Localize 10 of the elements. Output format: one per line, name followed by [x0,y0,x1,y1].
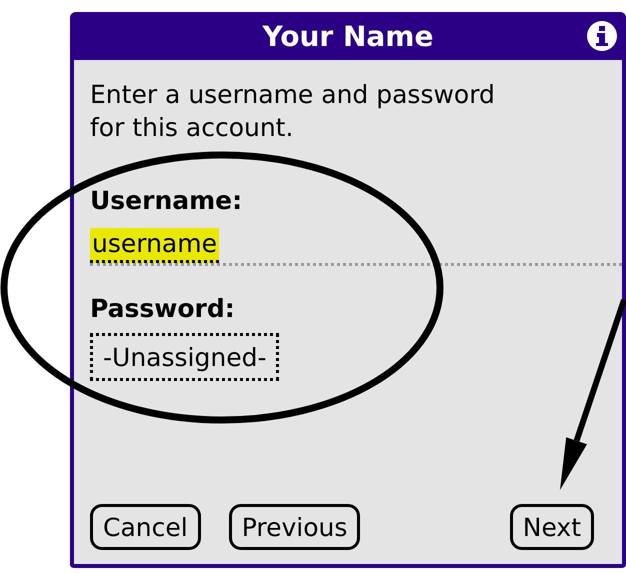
window-title: Your Name [262,20,434,52]
nav-button[interactable]: Previous [228,504,360,550]
password-selector[interactable]: -Unassigned- [90,333,280,381]
username-label: Username: [90,186,242,215]
next-button[interactable]: Next [510,504,594,550]
password-label: Password: [90,294,235,323]
username-field[interactable]: username [90,227,622,266]
instructions-text: Enter a username and password for this account. [90,79,496,144]
info-icon[interactable] [586,20,618,52]
nav-button[interactable]: Cancel [90,504,201,550]
